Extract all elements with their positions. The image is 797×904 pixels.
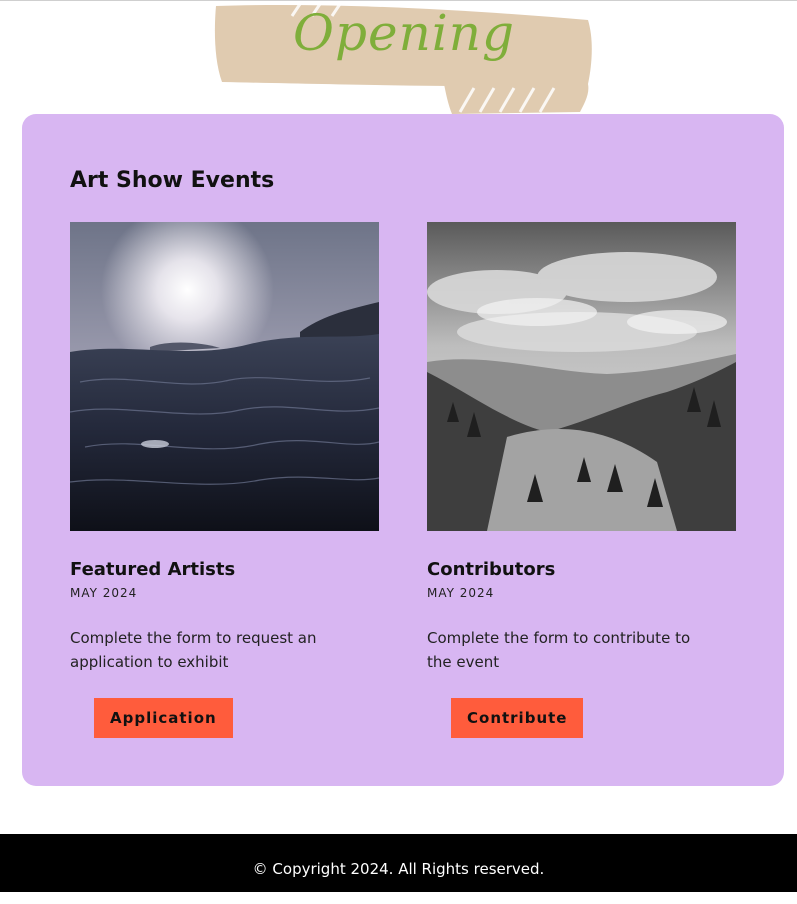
banner-title: Opening: [293, 4, 515, 62]
section-title: Art Show Events: [70, 168, 275, 193]
event-contributors: Contributors MAY 2024 Complete the form …: [427, 222, 737, 738]
event-description: Complete the form to contribute to the e…: [427, 629, 691, 671]
events-card: Art Show Events Featured Artists MAY 202…: [22, 114, 784, 786]
footer: © Copyright 2024. All Rights reserved.: [0, 834, 797, 892]
copyright-text: © Copyright 2024. All Rights reserved.: [252, 860, 545, 878]
application-button[interactable]: Application: [94, 698, 233, 738]
event-title: Contributors: [427, 559, 556, 580]
event-date: MAY 2024: [70, 586, 138, 600]
opening-banner: Opening: [212, 0, 596, 116]
event-description: Complete the form to request an applicat…: [70, 629, 317, 671]
event-title: Featured Artists: [70, 559, 236, 580]
ocean-sunset-photo: [70, 222, 379, 531]
mountain-forest-bw-photo: [427, 222, 736, 531]
event-date: MAY 2024: [427, 586, 495, 600]
event-featured-artists: Featured Artists MAY 2024 Complete the f…: [70, 222, 380, 738]
contribute-button[interactable]: Contribute: [451, 698, 584, 738]
